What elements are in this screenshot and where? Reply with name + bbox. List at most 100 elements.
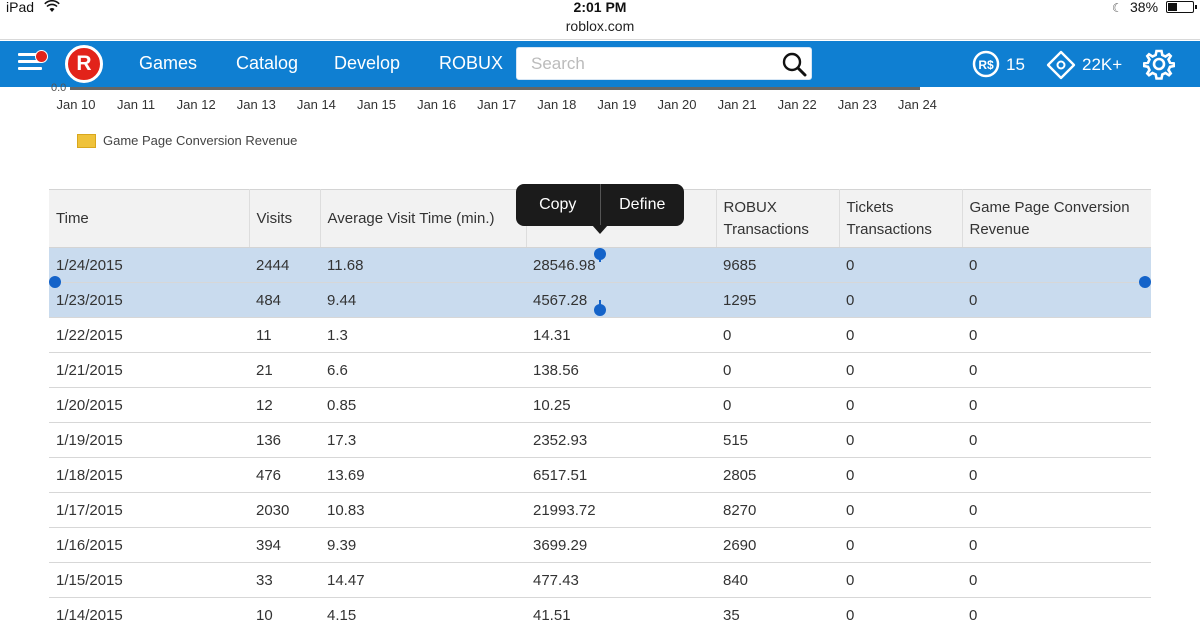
roblox-logo[interactable]: R: [65, 45, 103, 83]
table-cell: 11.68: [320, 247, 526, 283]
battery-icon: [1166, 1, 1197, 13]
table-cell: 0: [839, 317, 962, 353]
table-cell: 136: [249, 422, 320, 458]
table-cell: 0: [716, 352, 839, 388]
table-row: 1/19/2015 136 17.3 2352.93 515 0 0: [49, 422, 1151, 458]
search-input[interactable]: [517, 48, 767, 79]
table-cell: 0: [962, 387, 1151, 423]
table-cell: 0: [839, 387, 962, 423]
column-header[interactable]: Average Visit Time (min.): [320, 189, 527, 248]
table-cell: 35: [716, 597, 839, 630]
table-cell: 0.85: [320, 387, 526, 423]
column-header[interactable]: Game Page Conversion Revenue: [962, 189, 1151, 248]
x-axis-tick-label: Jan 17: [477, 97, 517, 112]
table-cell: 0: [839, 457, 962, 493]
chart-legend[interactable]: Game Page Conversion Revenue: [77, 133, 297, 148]
table-cell: 840: [716, 562, 839, 598]
text-selection-menu: Copy Define: [516, 184, 685, 234]
column-header[interactable]: Time: [49, 189, 250, 248]
moon-icon: ☾: [1112, 1, 1123, 15]
table-cell: 0: [839, 352, 962, 388]
table-row: 1/21/2015 21 6.6 138.56 0 0 0: [49, 352, 1151, 388]
table-cell: 2352.93: [526, 422, 716, 458]
table-cell: 0: [962, 247, 1151, 283]
x-axis-tick-label: Jan 24: [897, 97, 937, 112]
nav-catalog-link[interactable]: Catalog: [236, 53, 298, 74]
table-cell: 11: [249, 317, 320, 353]
column-header[interactable]: ROBUX Transactions: [716, 189, 840, 248]
x-axis-tick-label: Jan 21: [717, 97, 757, 112]
x-axis-tick-label: Jan 12: [176, 97, 216, 112]
table-cell: 8270: [716, 492, 839, 528]
table-cell: 9.39: [320, 527, 526, 563]
table-row: 1/17/2015 2030 10.83 21993.72 8270 0 0: [49, 492, 1151, 528]
selection-handle-left[interactable]: [49, 276, 61, 288]
gear-icon[interactable]: [1142, 48, 1176, 85]
table-row: 1/18/2015 476 13.69 6517.51 2805 0 0: [49, 457, 1151, 493]
table-cell: 0: [962, 492, 1151, 528]
table-cell: 0: [962, 317, 1151, 353]
table-cell: 2444: [249, 247, 320, 283]
column-header[interactable]: Visits: [249, 189, 321, 248]
nav-games-link[interactable]: Games: [139, 53, 197, 74]
column-header[interactable]: Tickets Transactions: [839, 189, 963, 248]
nav-robux-link[interactable]: ROBUX: [439, 53, 503, 74]
x-axis-tick-label: Jan 13: [236, 97, 276, 112]
table-cell: 515: [716, 422, 839, 458]
table-cell: 1/17/2015: [49, 492, 249, 528]
table-cell: 0: [839, 247, 962, 283]
table-cell: 10.25: [526, 387, 716, 423]
y-axis-zero-label: 0.0: [51, 82, 67, 94]
x-axis-tick-label: Jan 18: [537, 97, 577, 112]
selection-handle-right[interactable]: [1139, 276, 1151, 288]
table-cell: 0: [962, 597, 1151, 630]
battery-level-fill: [1168, 3, 1177, 11]
battery-percent: 38%: [1130, 0, 1159, 15]
table-cell: 3699.29: [526, 527, 716, 563]
table-cell: 17.3: [320, 422, 526, 458]
table-cell: 0: [962, 352, 1151, 388]
address-bar-url[interactable]: roblox.com: [0, 18, 1200, 34]
table-cell: 4567.28: [526, 282, 716, 318]
copy-button[interactable]: Copy: [516, 184, 600, 226]
nav-develop-link[interactable]: Develop: [334, 53, 400, 74]
table-cell: 9.44: [320, 282, 526, 318]
table-cell: 0: [962, 527, 1151, 563]
robux-balance[interactable]: 15: [1006, 55, 1025, 75]
table-cell: 0: [716, 317, 839, 353]
table-cell: 1295: [716, 282, 839, 318]
tickets-icon[interactable]: [1046, 50, 1076, 85]
table-cell: 1/20/2015: [49, 387, 249, 423]
table-cell: 2690: [716, 527, 839, 563]
table-cell: 21: [249, 352, 320, 388]
table-row: 1/20/2015 12 0.85 10.25 0 0 0: [49, 387, 1151, 423]
x-axis-tick-label: Jan 20: [657, 97, 697, 112]
table-cell: 1/22/2015: [49, 317, 249, 353]
revenue-chart: 0.0 Jan 10 Jan 11 Jan 12 Jan 13 Jan 14 Jan 15…: [0, 82, 1200, 187]
legend-label: Game Page Conversion Revenue: [103, 133, 298, 148]
x-axis-labels: Jan 10 Jan 11 Jan 12 Jan 13 Jan 14 Jan 15 Jan …: [0, 97, 1200, 113]
table-cell: 0: [839, 527, 962, 563]
table-cell: 9685: [716, 247, 839, 283]
table-cell: 1/16/2015: [49, 527, 249, 563]
table-cell: 0: [962, 562, 1151, 598]
table-cell: 0: [962, 457, 1151, 493]
search-icon[interactable]: [781, 51, 807, 82]
table-cell: 13.69: [320, 457, 526, 493]
table-cell: 6.6: [320, 352, 526, 388]
table-cell: 33: [249, 562, 320, 598]
top-navigation: R Games Catalog Develop ROBUX R$ 15 22K+: [0, 41, 1200, 87]
table-cell: 0: [839, 597, 962, 630]
search-box: [516, 47, 812, 80]
table-cell: 477.43: [526, 562, 716, 598]
table-cell: 28546.98: [526, 247, 716, 283]
table-cell: 12: [249, 387, 320, 423]
table-cell: 1/19/2015: [49, 422, 249, 458]
robux-icon[interactable]: R$: [972, 50, 1000, 83]
table-cell: 1/24/2015: [49, 247, 249, 283]
table-cell: 0: [839, 492, 962, 528]
define-button[interactable]: Define: [601, 184, 685, 226]
selection-caret-end: [599, 300, 601, 308]
tickets-balance[interactable]: 22K+: [1082, 55, 1122, 75]
table-cell: 0: [839, 282, 962, 318]
